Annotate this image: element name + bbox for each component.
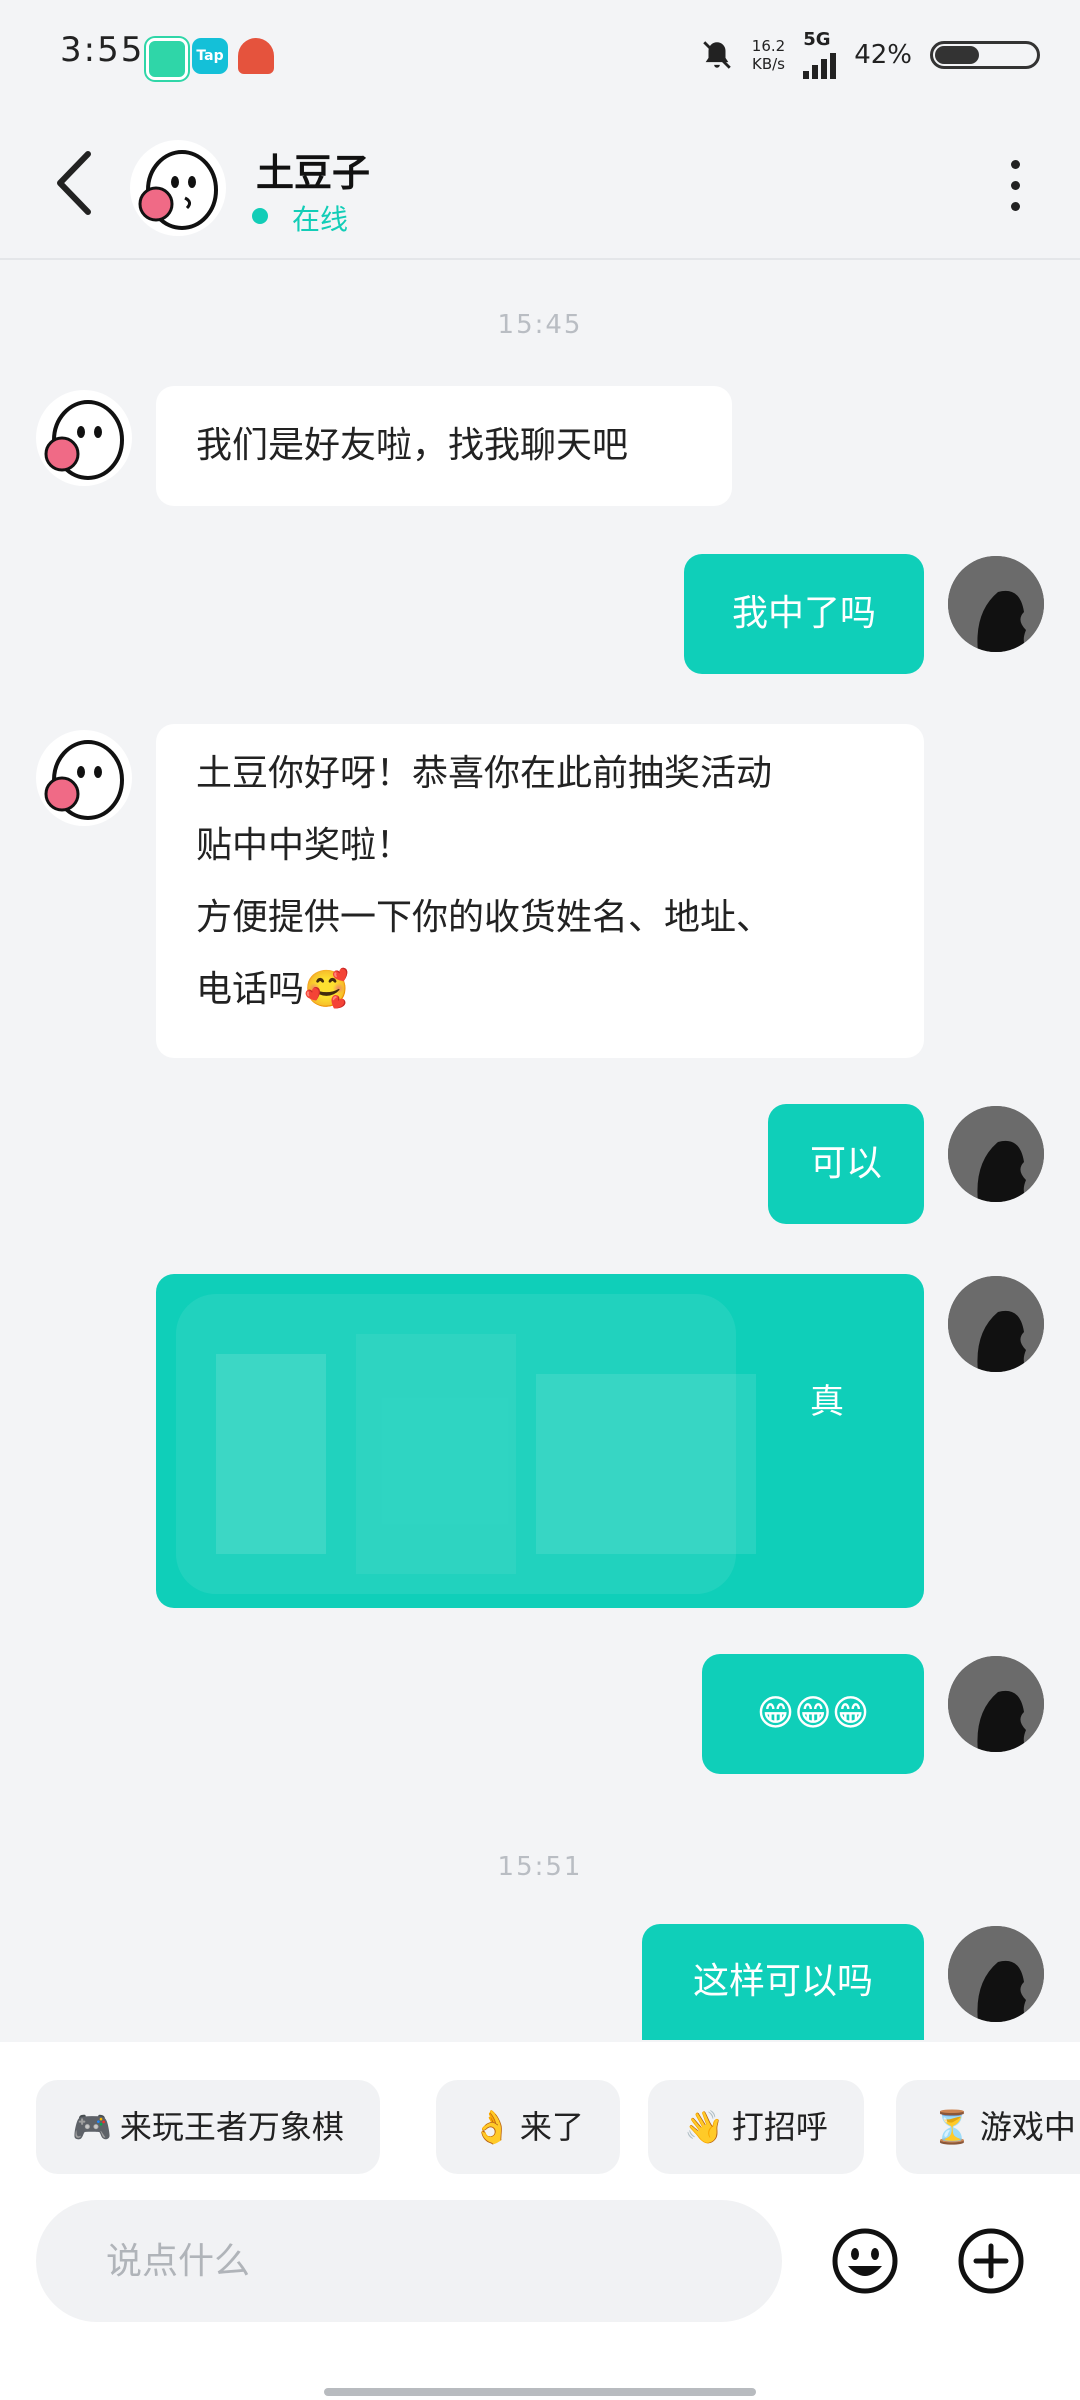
- doodle-face-icon: [138, 150, 218, 230]
- message-bubble-outgoing[interactable]: 这样可以吗: [642, 1924, 924, 2040]
- chip-label: 来玩王者万象棋: [119, 2108, 344, 2146]
- emoji-icon[interactable]: [830, 2226, 900, 2296]
- silhouette-avatar-icon: [948, 1276, 1044, 1372]
- contact-avatar-small[interactable]: [36, 730, 132, 826]
- doodle-face-icon: [44, 400, 124, 480]
- user-avatar[interactable]: [948, 1656, 1044, 1752]
- add-plus-icon[interactable]: [956, 2226, 1026, 2296]
- message-bubble-outgoing[interactable]: 我中了吗: [684, 554, 924, 674]
- silhouette-avatar-icon: [948, 1106, 1044, 1202]
- chip-label: 来了: [519, 2108, 584, 2146]
- status-right-group: 16.2 KB/s 5G 42%: [700, 30, 1040, 80]
- input-area: [0, 2180, 1080, 2400]
- gamepad-icon: 🎮: [72, 2108, 112, 2146]
- user-avatar[interactable]: [948, 1106, 1044, 1202]
- timestamp: 15:51: [497, 1852, 583, 1882]
- home-indicator[interactable]: [324, 2388, 756, 2396]
- hourglass-icon: ⏳: [932, 2108, 972, 2146]
- mute-bell-icon: [703, 41, 731, 69]
- message-list[interactable]: 15:45 我们是好友啦，找我聊天吧 我中了吗 土豆你好呀！恭喜你在此前抽奖活动…: [0, 260, 1080, 2040]
- contact-name: 土豆子: [256, 151, 371, 195]
- quick-reply-chip[interactable]: 👋 打招呼: [648, 2080, 864, 2174]
- user-avatar[interactable]: [948, 1276, 1044, 1372]
- message-bubble-outgoing[interactable]: 可以: [768, 1104, 924, 1224]
- status-bar: 3:55 Tap 16.2 KB/s 5G 42%: [0, 0, 1080, 110]
- message-line: 电话吗🥰: [196, 969, 349, 1010]
- silhouette-avatar-icon: [948, 1656, 1044, 1752]
- network-speed: 16.2 KB/s: [752, 37, 785, 73]
- online-status: 在线: [292, 203, 349, 236]
- chip-label: 打招呼: [731, 2108, 828, 2146]
- chat-header: 土豆子 在线: [0, 110, 1080, 260]
- back-arrow-icon[interactable]: [50, 148, 100, 218]
- message-bubble-incoming[interactable]: 土豆你好呀！恭喜你在此前抽奖活动 贴中中奖啦！ 方便提供一下你的收货姓名、地址、…: [156, 724, 924, 1058]
- tap-app-icon: Tap: [192, 38, 228, 74]
- redacted-visible-char: 真: [810, 1382, 844, 1422]
- timestamp: 15:45: [497, 310, 583, 340]
- message-bubble-incoming[interactable]: 我们是好友啦，找我聊天吧: [156, 386, 732, 506]
- silhouette-avatar-icon: [948, 1926, 1044, 2022]
- speed-value: 16.2: [751, 37, 786, 55]
- doodle-face-icon: [44, 740, 124, 820]
- network-type: 5G: [803, 29, 831, 50]
- camera-app-icon: [146, 38, 188, 80]
- signal-icon: [803, 49, 837, 79]
- user-avatar[interactable]: [948, 1926, 1044, 2022]
- waving-hand-icon: 👋: [684, 2108, 724, 2146]
- game-app-icon: [238, 38, 274, 74]
- redacted-message-bubble[interactable]: 真: [156, 1274, 924, 1608]
- online-dot-icon: [252, 208, 268, 224]
- message-line: 方便提供一下你的收货姓名、地址、: [196, 897, 773, 938]
- silhouette-avatar-icon: [948, 556, 1044, 652]
- quick-reply-chip[interactable]: ⏳ 游戏中: [896, 2080, 1080, 2174]
- signal-group: 5G: [803, 29, 837, 79]
- status-time: 3:55: [60, 30, 145, 70]
- quick-reply-bar[interactable]: 🎮 来玩王者万象棋 👌 来了 👋 打招呼 ⏳ 游戏中: [0, 2042, 1080, 2180]
- contact-avatar[interactable]: [130, 140, 226, 236]
- quick-reply-chip[interactable]: 👌 来了: [436, 2080, 620, 2174]
- message-line: 土豆你好呀！恭喜你在此前抽奖活动: [196, 753, 773, 794]
- message-input[interactable]: [36, 2200, 782, 2322]
- contact-avatar-small[interactable]: [36, 390, 132, 486]
- battery-icon: [930, 41, 1040, 69]
- ok-hand-icon: 👌: [472, 2108, 512, 2146]
- more-options-icon[interactable]: [1000, 160, 1030, 220]
- user-avatar[interactable]: [948, 556, 1044, 652]
- speed-unit: KB/s: [752, 55, 785, 73]
- chip-label: 游戏中: [979, 2108, 1076, 2146]
- message-bubble-outgoing[interactable]: 😁😁😁: [702, 1654, 924, 1774]
- message-line: 贴中中奖啦！: [196, 825, 413, 866]
- battery-percent: 42%: [854, 40, 912, 70]
- quick-reply-chip[interactable]: 🎮 来玩王者万象棋: [36, 2080, 380, 2174]
